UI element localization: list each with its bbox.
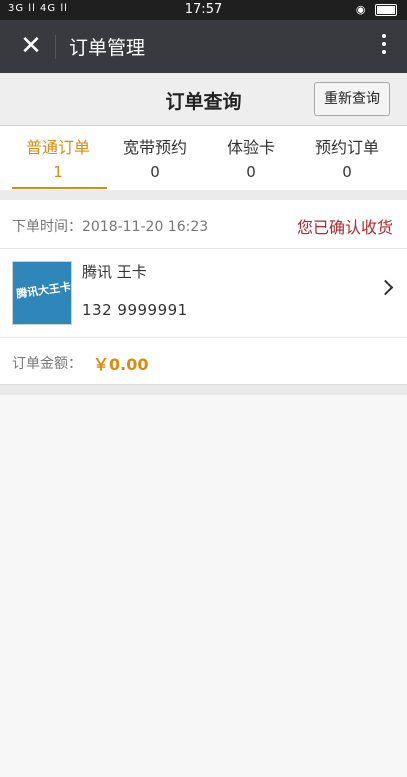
status-icons: ◉ — [356, 3, 397, 16]
tab-count: 0 — [150, 163, 160, 181]
tab-broadband-booking[interactable]: 宽带预约 0 — [105, 134, 205, 181]
more-button[interactable] — [379, 34, 389, 60]
order-status: 您已确认收货 — [296, 218, 393, 237]
amount-row: 订单金额： ￥0.00 — [0, 338, 407, 384]
divider — [55, 35, 56, 59]
requery-button[interactable]: 重新查询 — [314, 82, 390, 116]
separator — [0, 190, 407, 200]
product-row[interactable]: 腾讯大王卡 腾讯 王卡 132 9999991 — [0, 249, 407, 338]
product-image: 腾讯大王卡 — [12, 261, 72, 325]
page-header: 订单查询 重新查询 — [0, 73, 407, 126]
tab-trial-card[interactable]: 体验卡 0 — [201, 134, 301, 181]
status-bar: 3G ll 4G ll 17:57 ◉ — [0, 0, 407, 20]
order-tabs: 普通订单 1 宽带预约 0 体验卡 0 预约订单 0 — [0, 126, 407, 190]
chevron-right-icon — [377, 279, 394, 296]
active-tab-indicator — [12, 187, 107, 189]
tab-count: 1 — [53, 163, 63, 181]
tab-booking-orders[interactable]: 预约订单 0 — [297, 134, 397, 181]
tab-label: 宽带预约 — [122, 138, 187, 157]
order-time: 下单时间：2018-11-20 16:23 — [12, 219, 209, 235]
more-vertical-icon — [382, 34, 386, 38]
tab-label: 体验卡 — [226, 138, 275, 157]
amount-label: 订单金额： — [12, 356, 82, 372]
location-icon: ◉ — [355, 3, 366, 16]
order-time-row: 下单时间：2018-11-20 16:23 您已确认收货 — [0, 200, 407, 249]
app-title: 订单管理 — [69, 37, 146, 59]
order-card[interactable]: 下单时间：2018-11-20 16:23 您已确认收货 腾讯大王卡 腾讯 王卡… — [0, 200, 407, 385]
product-name: 腾讯 王卡 — [82, 263, 147, 281]
tab-label: 普通订单 — [25, 138, 90, 157]
separator — [0, 385, 407, 395]
tab-normal-orders[interactable]: 普通订单 1 — [8, 134, 108, 181]
close-icon: ✕ — [20, 31, 42, 61]
battery-icon — [375, 4, 397, 16]
tab-label: 预约订单 — [314, 138, 379, 157]
close-button[interactable]: ✕ — [16, 30, 46, 62]
tab-count: 0 — [342, 163, 352, 181]
clock: 17:57 — [184, 2, 223, 17]
product-phone: 132 9999991 — [82, 301, 188, 319]
amount-value: ￥0.00 — [93, 355, 149, 374]
product-image-text: 腾讯大王卡 — [15, 280, 72, 301]
tab-count: 0 — [246, 163, 256, 181]
app-bar: ✕ 订单管理 — [0, 20, 407, 73]
